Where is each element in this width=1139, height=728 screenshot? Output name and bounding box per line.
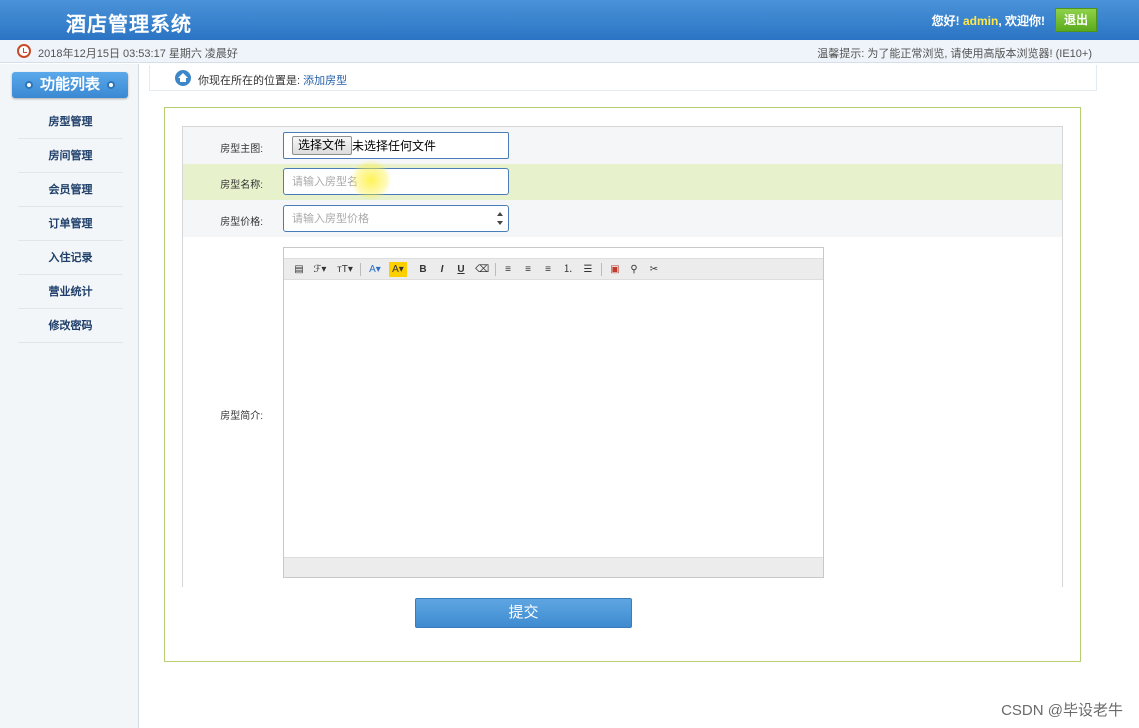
choose-file-button[interactable]: 选择文件 (292, 136, 353, 155)
editor-toolbar: ▤ ℱ▾ тT▾ A▾ A▾ B I U ⌫ ≡ ≡ ≡ ⒈ ☰ ▣ ⚲ ✂ (284, 258, 823, 280)
add-room-type-form: 房型主图: 选择文件 未选择任何文件 房型名称: 房型价格: 房型简介: (182, 126, 1063, 587)
current-datetime: 2018年12月15日 03:53:17 星期六 凌晨好 (38, 48, 238, 60)
intro-label: 房型简介: (220, 411, 263, 422)
editor-content-area[interactable] (284, 281, 823, 558)
form-row-image: 房型主图: 选择文件 未选择任何文件 (183, 127, 1062, 164)
eraser-icon[interactable]: ⌫ (475, 262, 489, 277)
form-panel: 房型主图: 选择文件 未选择任何文件 房型名称: 房型价格: 房型简介: (164, 107, 1081, 662)
breadcrumb-current[interactable]: 添加房型 (303, 75, 347, 87)
room-type-name-input[interactable] (283, 168, 509, 195)
greeting-prefix: 您好! (931, 14, 963, 28)
sidebar-item-rooms[interactable]: 房间管理 (18, 139, 123, 173)
sidebar-title-text: 功能列表 (39, 76, 100, 93)
info-bar: 2018年12月15日 03:53:17 星期六 凌晨好 温馨提示: 为了能正常… (0, 40, 1139, 63)
unlink-icon[interactable]: ✂ (646, 262, 662, 277)
sidebar-item-business-stats[interactable]: 营业统计 (18, 275, 123, 309)
price-spinner[interactable] (495, 207, 507, 230)
sidebar: 功能列表 房型管理 房间管理 会员管理 订单管理 入住记录 营业统计 修改密码 (0, 64, 139, 728)
sidebar-item-room-type[interactable]: 房型管理 (18, 105, 123, 139)
app-title: 酒店管理系统 (66, 14, 192, 36)
browser-hint: 温馨提示: 为了能正常浏览, 请使用高版本浏览器! (IE10+) (817, 48, 1092, 60)
align-right-icon[interactable]: ≡ (541, 262, 555, 277)
username: admin (962, 14, 999, 28)
form-row-name: 房型名称: (183, 160, 1062, 200)
bullet-icon (25, 81, 33, 89)
sidebar-item-change-password[interactable]: 修改密码 (18, 309, 123, 343)
file-status: 未选择任何文件 (352, 139, 437, 153)
sidebar-item-orders[interactable]: 订单管理 (18, 207, 123, 241)
sidebar-menu: 房型管理 房间管理 会员管理 订单管理 入住记录 营业统计 修改密码 (18, 105, 123, 343)
sidebar-title: 功能列表 (12, 72, 128, 98)
toolbar-separator (495, 263, 496, 276)
user-greeting: 您好! admin, 欢迎你! (932, 12, 1045, 29)
spin-down-icon[interactable] (497, 221, 503, 225)
form-row-intro: 房型简介: ▤ ℱ▾ тT▾ A▾ A▾ B I U ⌫ ≡ ≡ ≡ ⒈ ☰ ▣… (183, 237, 1062, 587)
image-file-input[interactable]: 选择文件 未选择任何文件 (283, 132, 509, 159)
font-size-icon[interactable]: тT▾ (334, 262, 356, 277)
room-type-price-field[interactable] (283, 205, 509, 232)
watermark: CSDN @毕设老牛 (1001, 702, 1123, 719)
toolbar-separator (601, 263, 602, 276)
logout-button[interactable]: 退出 (1055, 8, 1097, 32)
rich-text-editor: ▤ ℱ▾ тT▾ A▾ A▾ B I U ⌫ ≡ ≡ ≡ ⒈ ☰ ▣ ⚲ ✂ (283, 247, 824, 578)
breadcrumb-prefix: 你现在所在的位置是: (198, 75, 304, 87)
room-type-price-input[interactable] (285, 207, 493, 230)
form-row-price: 房型价格: (183, 200, 1062, 237)
breadcrumb-text: 你现在所在的位置是: 添加房型 (198, 72, 347, 88)
top-header: 酒店管理系统 您好! admin, 欢迎你! 退出 (0, 0, 1139, 40)
italic-icon[interactable]: I (436, 262, 448, 277)
editor-status-bar (284, 557, 823, 577)
bullet-icon (107, 81, 115, 89)
align-left-icon[interactable]: ≡ (501, 262, 515, 277)
bold-icon[interactable]: B (417, 262, 429, 277)
font-color-icon[interactable]: A▾ (367, 262, 383, 277)
image-icon[interactable]: ▣ (608, 262, 622, 277)
sidebar-item-checkin-records[interactable]: 入住记录 (18, 241, 123, 275)
submit-button[interactable]: 提交 (415, 598, 632, 628)
clock-icon (17, 44, 31, 58)
ordered-list-icon[interactable]: ⒈ (561, 262, 575, 277)
sidebar-item-members[interactable]: 会员管理 (18, 173, 123, 207)
greeting-suffix: , 欢迎你! (998, 14, 1045, 28)
link-icon[interactable]: ⚲ (627, 262, 641, 277)
source-icon[interactable]: ▤ (292, 262, 306, 277)
spin-up-icon[interactable] (497, 212, 503, 216)
breadcrumb: 你现在所在的位置是: 添加房型 (149, 65, 1097, 91)
toolbar-separator (360, 263, 361, 276)
unordered-list-icon[interactable]: ☰ (581, 262, 595, 277)
image-label: 房型主图: (220, 144, 263, 155)
underline-icon[interactable]: U (455, 262, 467, 277)
name-label: 房型名称: (220, 180, 263, 191)
home-icon[interactable] (175, 70, 191, 86)
price-label: 房型价格: (220, 217, 263, 228)
highlight-color-icon[interactable]: A▾ (389, 262, 407, 277)
align-center-icon[interactable]: ≡ (521, 262, 535, 277)
font-family-icon[interactable]: ℱ▾ (311, 262, 329, 277)
